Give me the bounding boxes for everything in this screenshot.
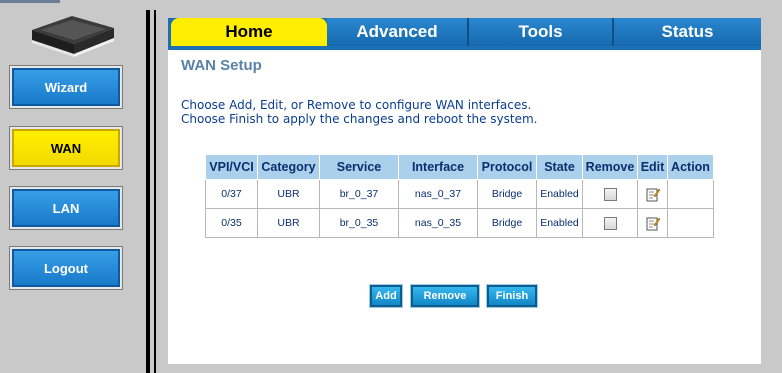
cell-remove: [582, 179, 638, 209]
sidebar-item-wan[interactable]: WAN: [9, 126, 123, 170]
col-header-category: Category: [257, 154, 320, 180]
cell-protocol: Bridge: [477, 179, 537, 209]
sidebar-item-logout[interactable]: Logout: [9, 246, 123, 290]
remove-button[interactable]: Remove: [410, 284, 480, 308]
divider-bar: [146, 10, 150, 373]
sidebar: Wizard WAN LAN Logout: [0, 0, 146, 373]
cell-action: [667, 208, 714, 238]
cell-service: br_0_35: [319, 208, 399, 238]
tab-status[interactable]: Status: [614, 18, 761, 46]
remove-checkbox[interactable]: [603, 187, 617, 201]
page-title: WAN Setup: [181, 57, 262, 74]
table-row: 0/37 UBR br_0_37 nas_0_37 Bridge Enabled: [205, 179, 714, 209]
cell-edit: [637, 179, 668, 209]
add-button[interactable]: Add: [369, 284, 403, 308]
sidebar-item-lan[interactable]: LAN: [9, 186, 123, 230]
table-row: 0/35 UBR br_0_35 nas_0_35 Bridge Enabled: [205, 208, 714, 238]
cell-category: UBR: [257, 179, 320, 209]
edit-icon[interactable]: [646, 187, 660, 202]
cell-service: br_0_37: [319, 179, 399, 209]
sidebar-item-wizard[interactable]: Wizard: [9, 65, 123, 109]
main-panel: Home Advanced Tools Status WAN Setup Cho…: [168, 18, 761, 364]
description-line-1: Choose Add, Edit, or Remove to configure…: [181, 98, 532, 112]
cell-edit: [637, 208, 668, 238]
col-header-edit: Edit: [637, 154, 668, 180]
col-header-state: State: [536, 154, 583, 180]
wan-table: VPI/VCI Category Service Interface Proto…: [205, 154, 714, 238]
col-header-action: Action: [667, 154, 714, 180]
cell-category: UBR: [257, 208, 320, 238]
col-header-service: Service: [319, 154, 399, 180]
cell-vpivci: 0/37: [205, 179, 258, 209]
cell-interface: nas_0_35: [398, 208, 478, 238]
page-description: Choose Add, Edit, or Remove to configure…: [181, 98, 538, 126]
logo-strip: [0, 0, 60, 3]
tab-home[interactable]: Home: [171, 18, 327, 46]
col-header-protocol: Protocol: [477, 154, 537, 180]
cell-protocol: Bridge: [477, 208, 537, 238]
tab-bar: Home Advanced Tools Status: [168, 18, 761, 46]
router-device-icon: [32, 16, 114, 57]
cell-action: [667, 179, 714, 209]
edit-icon[interactable]: [646, 216, 660, 231]
table-header-row: VPI/VCI Category Service Interface Proto…: [205, 154, 714, 180]
description-line-2: Choose Finish to apply the changes and r…: [181, 112, 538, 126]
col-header-vpivci: VPI/VCI: [205, 154, 258, 180]
cell-interface: nas_0_37: [398, 179, 478, 209]
tab-strip: [168, 46, 761, 50]
col-header-interface: Interface: [398, 154, 478, 180]
col-header-remove: Remove: [582, 154, 638, 180]
divider-bar-thin: [154, 10, 156, 373]
tab-advanced[interactable]: Advanced: [327, 18, 469, 46]
cell-state: Enabled: [536, 208, 583, 238]
cell-remove: [582, 208, 638, 238]
remove-checkbox[interactable]: [603, 216, 617, 230]
finish-button[interactable]: Finish: [486, 284, 538, 308]
tab-tools[interactable]: Tools: [469, 18, 614, 46]
cell-state: Enabled: [536, 179, 583, 209]
cell-vpivci: 0/35: [205, 208, 258, 238]
